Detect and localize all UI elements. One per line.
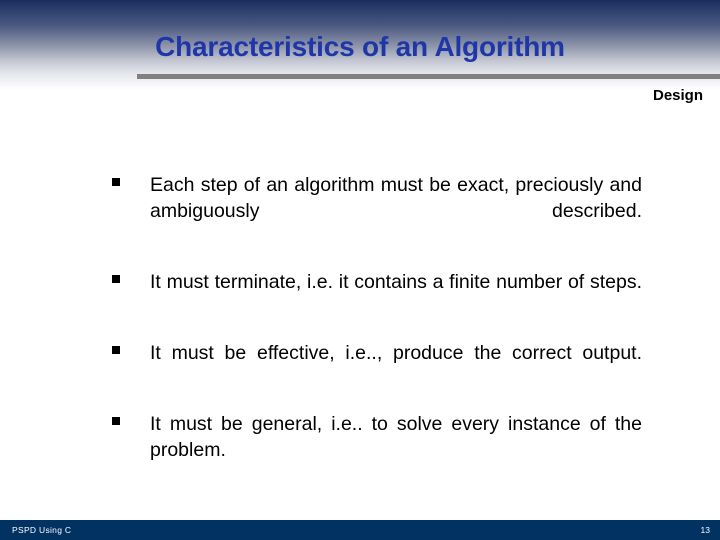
title-divider-rule — [137, 74, 720, 79]
square-bullet-icon — [112, 172, 150, 186]
footer-course-label: PSPD Using C — [12, 525, 72, 535]
bullet-list: Each step of an algorithm must be exact,… — [112, 172, 642, 489]
list-item-text: It must be effective, i.e.., produce the… — [150, 342, 642, 364]
list-item: It must terminate, i.e. it contains a fi… — [112, 269, 642, 321]
square-bullet-icon — [112, 269, 150, 283]
square-bullet-icon — [112, 340, 150, 354]
slide-number: 13 — [700, 525, 710, 535]
list-item: It must be general, i.e.. to solve every… — [112, 411, 642, 489]
list-item-text: Each step of an algorithm must be exact,… — [150, 174, 642, 222]
list-item-text: It must terminate, i.e. it contains a fi… — [150, 271, 642, 293]
list-item: It must be effective, i.e.., produce the… — [112, 340, 642, 392]
list-item-text: It must be general, i.e.. to solve every… — [150, 413, 642, 461]
slide-footer-bar: PSPD Using C 13 — [0, 520, 720, 540]
square-bullet-icon — [112, 411, 150, 425]
presentation-slide: Characteristics of an Algorithm Design E… — [0, 0, 720, 540]
header-subtitle: Design — [652, 87, 703, 104]
list-item: Each step of an algorithm must be exact,… — [112, 172, 642, 250]
page-title: Characteristics of an Algorithm — [155, 31, 565, 62]
